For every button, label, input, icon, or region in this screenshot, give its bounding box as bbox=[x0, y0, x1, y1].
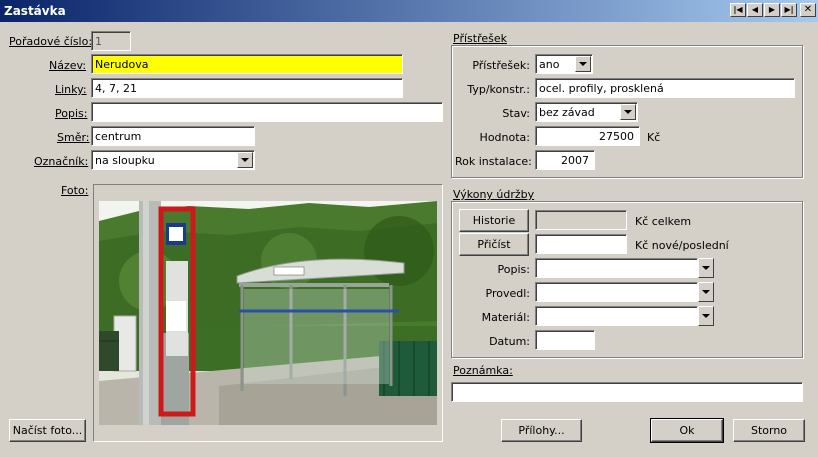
poznamka-field[interactable] bbox=[451, 382, 803, 402]
hodnota-label: Hodnota: bbox=[479, 131, 530, 144]
poradove-label: Pořadové číslo: bbox=[9, 35, 93, 48]
chevron-down-icon[interactable] bbox=[698, 306, 714, 326]
oznacnik-value: na sloupku bbox=[95, 154, 155, 167]
popis-label: Popis: bbox=[55, 107, 88, 120]
poznamka-label: Poznámka: bbox=[453, 364, 513, 377]
material-field[interactable] bbox=[535, 306, 698, 326]
oznacnik-select[interactable]: na sloupku bbox=[91, 150, 255, 170]
window-controls: |◀ ◀ ▶ ▶| ✕ bbox=[729, 3, 816, 17]
last-record-button[interactable]: ▶| bbox=[781, 3, 797, 17]
chevron-down-icon[interactable] bbox=[698, 282, 714, 302]
photo-frame bbox=[93, 184, 443, 442]
chevron-down-icon[interactable] bbox=[575, 56, 591, 72]
history-button[interactable]: Historie bbox=[459, 209, 529, 232]
rok-field[interactable]: 2007 bbox=[535, 150, 595, 170]
smer-label: Směr: bbox=[57, 131, 90, 144]
chevron-down-icon[interactable] bbox=[237, 152, 253, 168]
historie-field bbox=[535, 210, 627, 230]
previous-record-button[interactable]: ◀ bbox=[747, 3, 763, 17]
pricist-field[interactable] bbox=[535, 234, 627, 254]
poradove-field: 1 bbox=[91, 31, 131, 51]
linky-field[interactable]: 4, 7, 21 bbox=[91, 78, 403, 98]
stav-value: bez závad bbox=[539, 106, 595, 119]
datum-label: Datum: bbox=[489, 335, 530, 348]
pristresek-label: Přístřešek: bbox=[472, 59, 530, 72]
smer-field[interactable]: centrum bbox=[91, 126, 255, 146]
provedl-label: Provedl: bbox=[485, 287, 530, 300]
udrzba-popis-field[interactable] bbox=[535, 258, 698, 278]
load-photo-button[interactable]: Načíst foto... bbox=[9, 419, 86, 442]
ok-button[interactable]: Ok bbox=[650, 418, 724, 443]
foto-label: Foto: bbox=[61, 184, 89, 197]
chevron-down-icon[interactable] bbox=[698, 258, 714, 278]
hodnota-field[interactable]: 27500 bbox=[535, 126, 640, 146]
historie-unit: Kč celkem bbox=[635, 215, 692, 228]
typ-label: Typ/konstr.: bbox=[467, 83, 530, 96]
provedl-field[interactable] bbox=[535, 282, 698, 302]
udrzba-popis-label: Popis: bbox=[497, 263, 530, 276]
nazev-label: Název: bbox=[49, 59, 87, 72]
pricist-unit: Kč nové/poslední bbox=[635, 239, 729, 252]
close-button[interactable]: ✕ bbox=[800, 3, 816, 17]
udrzba-group-label: Výkony údržby bbox=[453, 188, 535, 201]
title-bar: Zastávka |◀ ◀ ▶ ▶| ✕ bbox=[0, 0, 818, 22]
material-label: Materiál: bbox=[481, 311, 530, 324]
typ-field[interactable]: ocel. profily, prosklená bbox=[535, 78, 795, 98]
window-title: Zastávka bbox=[4, 4, 66, 18]
oznacnik-label: Označník: bbox=[34, 155, 89, 168]
popis-field[interactable] bbox=[91, 102, 443, 122]
pristresek-select[interactable]: ano bbox=[535, 54, 593, 74]
hodnota-unit: Kč bbox=[647, 131, 661, 144]
stav-label: Stav: bbox=[502, 107, 530, 120]
chevron-down-icon[interactable] bbox=[620, 104, 636, 120]
bus-stop-photo bbox=[99, 201, 437, 425]
stav-select[interactable]: bez závad bbox=[535, 102, 638, 122]
linky-label: Linky: bbox=[55, 83, 87, 96]
rok-label: Rok instalace: bbox=[455, 155, 532, 168]
pristresek-group-label: Přístřešek bbox=[453, 32, 507, 45]
next-record-button[interactable]: ▶ bbox=[764, 3, 780, 17]
attachments-button[interactable]: Přílohy... bbox=[501, 419, 582, 442]
first-record-button[interactable]: |◀ bbox=[730, 3, 746, 17]
add-button[interactable]: Přičíst bbox=[459, 233, 529, 256]
datum-field[interactable] bbox=[535, 330, 595, 350]
pristresek-value: ano bbox=[539, 58, 560, 71]
nazev-field[interactable]: Nerudova bbox=[91, 54, 403, 74]
cancel-button[interactable]: Storno bbox=[733, 419, 805, 442]
